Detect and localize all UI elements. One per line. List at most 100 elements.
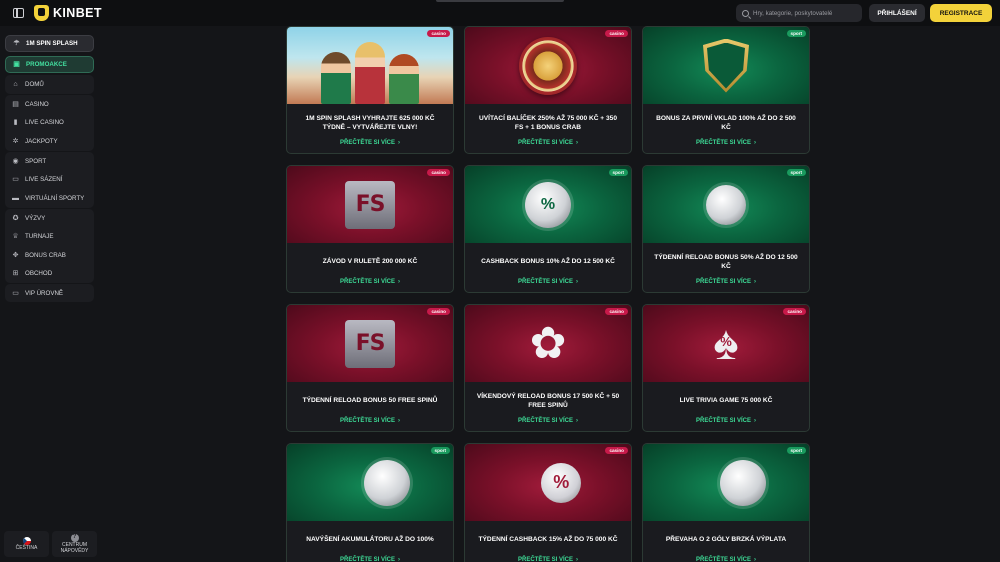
search-input[interactable] — [753, 9, 853, 17]
reload-football-icon — [706, 184, 746, 225]
sidebar-item-promotions[interactable]: ▣ PROMOAKCE — [5, 56, 94, 73]
free-spins-gift-icon: FS — [345, 319, 395, 368]
sidebar-item-shop[interactable]: ⊞ OBCHOD — [5, 265, 94, 284]
sidebar-item-sport[interactable]: ◉ SPORT — [5, 152, 94, 171]
promo-card[interactable]: % casino TÝDENNÍ CASHBACK 15% AŽ DO 75 0… — [464, 443, 632, 562]
kinbet-logo[interactable]: KINBET — [34, 5, 102, 21]
sidebar-item-jackpots[interactable]: ✲ JACKPOTY — [5, 132, 94, 151]
sidebar-item-label: BONUS CRAB — [25, 251, 66, 259]
chevron-right-icon: › — [754, 140, 756, 146]
category-badge: casino — [605, 447, 628, 454]
crab-icon: ✥ — [12, 251, 19, 259]
promo-card[interactable]: sport NAVÝŠENÍ AKUMULÁTORU AŽ DO 100% PŘ… — [286, 443, 454, 562]
category-badge: sport — [608, 169, 628, 176]
read-more-link[interactable]: PŘEČTĚTE SI VÍCE › — [465, 279, 631, 285]
promo-card-image: casino — [465, 27, 631, 104]
help-label-line2: NÁPOVĚDY — [60, 548, 89, 554]
sidebar-item-spin-splash[interactable]: ☂ 1M SPIN SPLASH — [5, 35, 94, 52]
promo-title: BONUS ZA PRVNÍ VKLAD 100% AŽ DO 2 500 KČ — [656, 115, 796, 131]
home-icon: ⌂ — [13, 80, 18, 88]
sidebar-item-tournaments[interactable]: ♕ TURNAJE — [5, 228, 94, 247]
promo-card[interactable]: sport BONUS ZA PRVNÍ VKLAD 100% AŽ DO 2 … — [642, 26, 810, 154]
read-more-link[interactable]: PŘEČTĚTE SI VÍCE › — [643, 279, 809, 285]
promo-card[interactable]: FS casino ZÁVOD V RULETĚ 200 000 KČ PŘEČ… — [286, 165, 454, 293]
search-box[interactable] — [736, 4, 862, 22]
top-bar: KINBET PŘIHLÁŠENÍ REGISTRACE — [0, 0, 1000, 26]
sidebar-item-vip[interactable]: ▭ VIP ÚROVNĚ — [5, 284, 94, 303]
promo-title: PŘEVAHA O 2 GÓLY BRZKÁ VÝPLATA — [665, 536, 787, 543]
read-more-link[interactable]: PŘEČTĚTE SI VÍCE › — [643, 418, 809, 424]
chevron-right-icon: › — [398, 418, 400, 424]
read-more-link[interactable]: PŘEČTĚTE SI VÍCE › — [643, 557, 809, 562]
promo-card[interactable]: casino UVÍTACÍ BALÍČEK 250% AŽ 75 000 KČ… — [464, 26, 632, 154]
promo-card[interactable]: sport PŘEVAHA O 2 GÓLY BRZKÁ VÝPLATA PŘE… — [642, 443, 810, 562]
cards-icon: ▮ — [13, 119, 18, 127]
sidebar-toggle-icon[interactable] — [13, 8, 24, 18]
read-more-link[interactable]: PŘEČTĚTE SI VÍCE › — [287, 140, 453, 146]
jackpot-icon: ✲ — [12, 137, 19, 145]
category-badge: casino — [605, 308, 628, 315]
promo-card-image: sport — [287, 444, 453, 521]
read-more-link[interactable]: PŘEČTĚTE SI VÍCE › — [287, 557, 453, 562]
promo-title: NAVÝŠENÍ AKUMULÁTORU AŽ DO 100% — [306, 536, 434, 543]
sidebar-item-label: 1M SPIN SPLASH — [26, 40, 78, 47]
help-center-button[interactable]: ? CENTRUM NÁPOVĚDY — [52, 531, 97, 557]
read-more-link[interactable]: PŘEČTĚTE SI VÍCE › — [465, 557, 631, 562]
category-badge: casino — [427, 169, 450, 176]
sidebar-group-extras: ✪ VÝZVY ♕ TURNAJE ✥ BONUS CRAB ⊞ OBCHOD — [5, 209, 94, 283]
sidebar-item-challenges[interactable]: ✪ VÝZVY — [5, 209, 94, 228]
promo-card[interactable]: sport TÝDENNÍ RELOAD BONUS 50% AŽ DO 12 … — [642, 165, 810, 293]
login-button[interactable]: PŘIHLÁŠENÍ — [869, 4, 925, 22]
read-more-link[interactable]: PŘEČTĚTE SI VÍCE › — [465, 140, 631, 146]
register-button[interactable]: REGISTRACE — [930, 4, 992, 22]
sidebar-item-live-casino[interactable]: ▮ LIVE CASINO — [5, 114, 94, 133]
read-more-link[interactable]: PŘEČTĚTE SI VÍCE › — [465, 418, 631, 424]
language-button[interactable]: ČEŠTINA — [4, 531, 49, 557]
chevron-right-icon: › — [398, 279, 400, 285]
sidebar-item-label: TURNAJE — [25, 233, 54, 241]
live-screen-icon: ▭ — [12, 176, 19, 184]
search-icon — [742, 9, 749, 17]
read-more-link[interactable]: PŘEČTĚTE SI VÍCE › — [287, 418, 453, 424]
read-more-link[interactable]: PŘEČTĚTE SI VÍCE › — [287, 279, 453, 285]
vr-headset-icon: ▬ — [12, 194, 19, 202]
lion-shield-icon — [703, 38, 749, 93]
read-more-link[interactable]: PŘEČTĚTE SI VÍCE › — [643, 140, 809, 146]
umbrella-icon: ☂ — [13, 40, 20, 47]
sidebar-item-live-bets[interactable]: ▭ LIVE SÁZENÍ — [5, 171, 94, 190]
promo-card[interactable]: ♠% casino LIVE TRIVIA GAME 75 000 KČ PŘE… — [642, 304, 810, 432]
promo-card-image: sport — [643, 444, 809, 521]
sidebar-item-casino[interactable]: ▤ CASINO — [5, 95, 94, 114]
free-spins-gift-icon: FS — [345, 180, 395, 229]
chevron-right-icon: › — [576, 140, 578, 146]
sidebar-item-home[interactable]: ⌂ DOMŮ — [5, 75, 94, 94]
promo-card-image: FS casino — [287, 166, 453, 243]
promo-card[interactable]: FS casino TÝDENNÍ RELOAD BONUS 50 FREE S… — [286, 304, 454, 432]
promo-title: TÝDENNÍ RELOAD BONUS 50% AŽ DO 12 500 KČ — [654, 254, 798, 270]
promo-card[interactable]: casino 1M SPIN SPLASH VYHRAJTE 625 000 K… — [286, 26, 454, 154]
sidebar-group-home: ⌂ DOMŮ — [5, 75, 94, 94]
sidebar-item-label: JACKPOTY — [25, 137, 58, 145]
promo-card[interactable]: ✿ casino VÍKENDOVÝ RELOAD BONUS 17 500 K… — [464, 304, 632, 432]
football-icon: ◉ — [12, 157, 19, 165]
promo-card-image: % sport — [465, 166, 631, 243]
sidebar-item-bonus-crab[interactable]: ✥ BONUS CRAB — [5, 246, 94, 265]
sidebar-item-label: VÝZVY — [25, 214, 46, 222]
top-notch — [436, 0, 564, 2]
language-label: ČEŠTINA — [15, 544, 38, 551]
category-badge: sport — [430, 447, 450, 454]
sidebar-item-label: SPORT — [25, 157, 47, 165]
football-percent-icon: % — [525, 181, 571, 228]
promo-card[interactable]: % sport CASHBACK BONUS 10% AŽ DO 12 500 … — [464, 165, 632, 293]
chevron-right-icon: › — [398, 140, 400, 146]
sidebar: ☂ 1M SPIN SPLASH ▣ PROMOAKCE ⌂ DOMŮ ▤ CASINO… — [0, 26, 100, 562]
logo-shield-icon — [34, 5, 49, 21]
brand-name: KINBET — [53, 6, 102, 20]
trophy-icon: ♕ — [12, 233, 19, 241]
sidebar-item-label: OBCHOD — [25, 270, 53, 278]
chevron-right-icon: › — [576, 279, 578, 285]
slot-machine-icon: ▤ — [12, 100, 19, 108]
promo-title: TÝDENNÍ RELOAD BONUS 50 FREE SPINŮ — [302, 397, 438, 404]
spade-percent-icon: ♠% — [713, 316, 739, 370]
sidebar-item-virtual-sports[interactable]: ▬ VIRTUÁLNÍ SPORTY — [5, 189, 94, 208]
